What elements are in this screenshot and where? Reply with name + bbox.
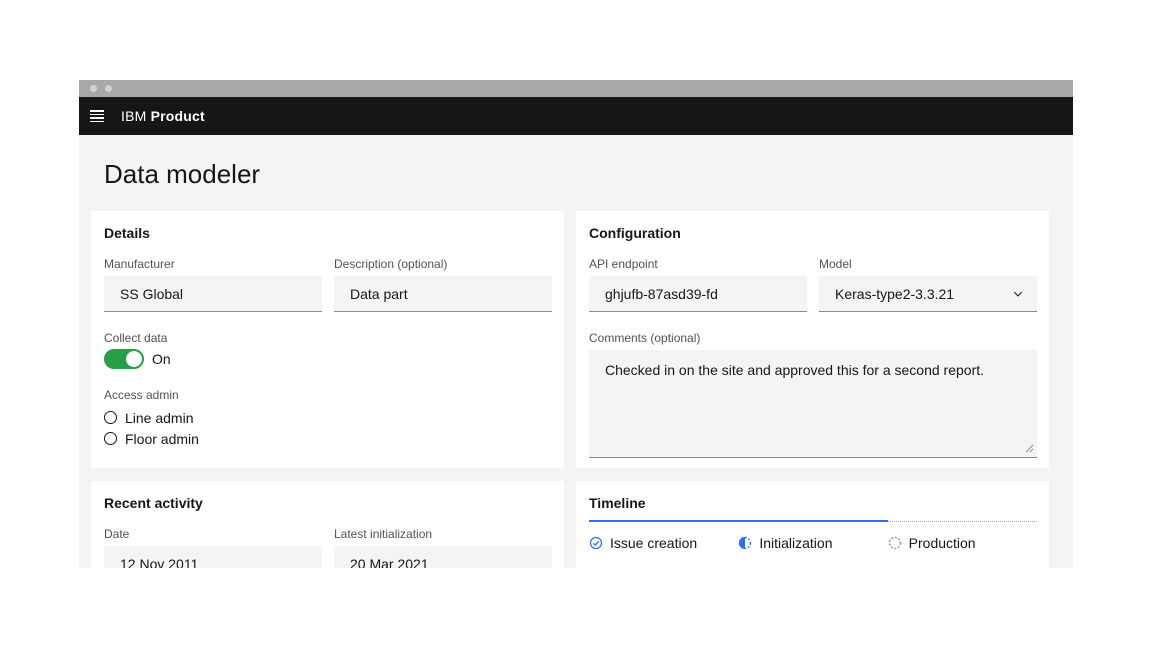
collect-data-label: Collect data: [104, 330, 552, 346]
details-card: Details Manufacturer Description (option…: [91, 211, 564, 468]
radio-floor-admin[interactable]: Floor admin: [104, 428, 552, 449]
timeline-step-label: Initialization: [759, 535, 832, 551]
api-endpoint-label: API endpoint: [589, 256, 807, 272]
radio-line-admin-label: Line admin: [125, 410, 194, 426]
recent-activity-card: Recent activity Date Latest initializati…: [91, 481, 564, 568]
model-select[interactable]: Keras-type2-3.3.21: [819, 276, 1037, 312]
timeline-steps: Issue creation Initialization Produ: [589, 535, 1037, 551]
comments-textarea-wrap: Checked in on the site and approved this…: [589, 350, 1037, 458]
date-field: Date: [104, 526, 322, 568]
timeline-card-title: Timeline: [589, 494, 1037, 512]
window-control-dot-1[interactable]: [90, 85, 97, 92]
timeline-step-production: Production: [888, 535, 1037, 551]
brand-name: Product: [151, 108, 205, 124]
description-input[interactable]: [334, 276, 552, 312]
timeline-progress-fill: [589, 520, 888, 522]
radio-button-icon: [104, 411, 117, 424]
api-endpoint-input[interactable]: [589, 276, 807, 312]
timeline-step-label: Production: [909, 535, 976, 551]
app-window: IBM Product Data modeler Details Manufac…: [79, 80, 1073, 568]
latest-initialization-label: Latest initialization: [334, 526, 552, 542]
access-admin-label: Access admin: [104, 387, 552, 403]
circle-dash-icon: [888, 536, 902, 550]
access-admin-group: Access admin Line admin Floor admin: [104, 387, 552, 449]
manufacturer-input[interactable]: [104, 276, 322, 312]
recent-activity-card-title: Recent activity: [104, 494, 552, 512]
configuration-card-title: Configuration: [589, 224, 1037, 242]
model-label: Model: [819, 256, 1037, 272]
latest-initialization-field: Latest initialization: [334, 526, 552, 568]
date-input[interactable]: [104, 546, 322, 568]
toggle-knob-icon: [126, 351, 142, 367]
comments-group: Comments (optional) Checked in on the si…: [589, 330, 1037, 458]
window-titlebar: [79, 80, 1073, 97]
collect-data-toggle-row: On: [104, 349, 552, 369]
timeline-step-label: Issue creation: [610, 535, 697, 551]
app-header: IBM Product: [79, 97, 1073, 135]
chevron-down-icon: [1012, 288, 1024, 300]
access-admin-radios: Line admin Floor admin: [104, 407, 552, 449]
configuration-fields: API endpoint Model Keras-type2-3.3.21: [589, 256, 1037, 312]
timeline-step-initialization: Initialization: [738, 535, 887, 551]
checkmark-outline-icon: [589, 536, 603, 550]
window-control-dot-2[interactable]: [105, 85, 112, 92]
collect-data-group: Collect data On: [104, 330, 552, 369]
details-card-title: Details: [104, 224, 552, 242]
incomplete-icon: [738, 536, 752, 550]
configuration-card: Configuration API endpoint Model Keras-t…: [576, 211, 1049, 468]
comments-textarea[interactable]: Checked in on the site and approved this…: [589, 350, 1037, 458]
manufacturer-label: Manufacturer: [104, 256, 322, 272]
api-endpoint-field: API endpoint: [589, 256, 807, 312]
menu-icon[interactable]: [90, 110, 104, 122]
model-field: Model Keras-type2-3.3.21: [819, 256, 1037, 312]
collect-data-toggle[interactable]: [104, 349, 144, 369]
date-label: Date: [104, 526, 322, 542]
radio-line-admin[interactable]: Line admin: [104, 407, 552, 428]
brand-prefix: IBM: [121, 108, 147, 124]
card-grid: Details Manufacturer Description (option…: [91, 211, 1049, 568]
page-content: Data modeler Details Manufacturer Descri…: [79, 135, 1073, 568]
model-select-value: Keras-type2-3.3.21: [835, 286, 954, 302]
timeline-track: [589, 520, 1037, 523]
description-label: Description (optional): [334, 256, 552, 272]
details-fields: Manufacturer Description (optional): [104, 256, 552, 312]
page-title: Data modeler: [79, 135, 1073, 189]
collect-data-state: On: [152, 351, 171, 367]
manufacturer-field: Manufacturer: [104, 256, 322, 312]
radio-floor-admin-label: Floor admin: [125, 431, 199, 447]
latest-initialization-input[interactable]: [334, 546, 552, 568]
timeline-card: Timeline Issue creation: [576, 481, 1049, 568]
timeline-step-issue-creation: Issue creation: [589, 535, 738, 551]
description-field: Description (optional): [334, 256, 552, 312]
radio-button-icon: [104, 432, 117, 445]
recent-activity-fields: Date Latest initialization: [104, 526, 552, 568]
brand: IBM Product: [121, 108, 205, 124]
comments-label: Comments (optional): [589, 330, 1037, 346]
